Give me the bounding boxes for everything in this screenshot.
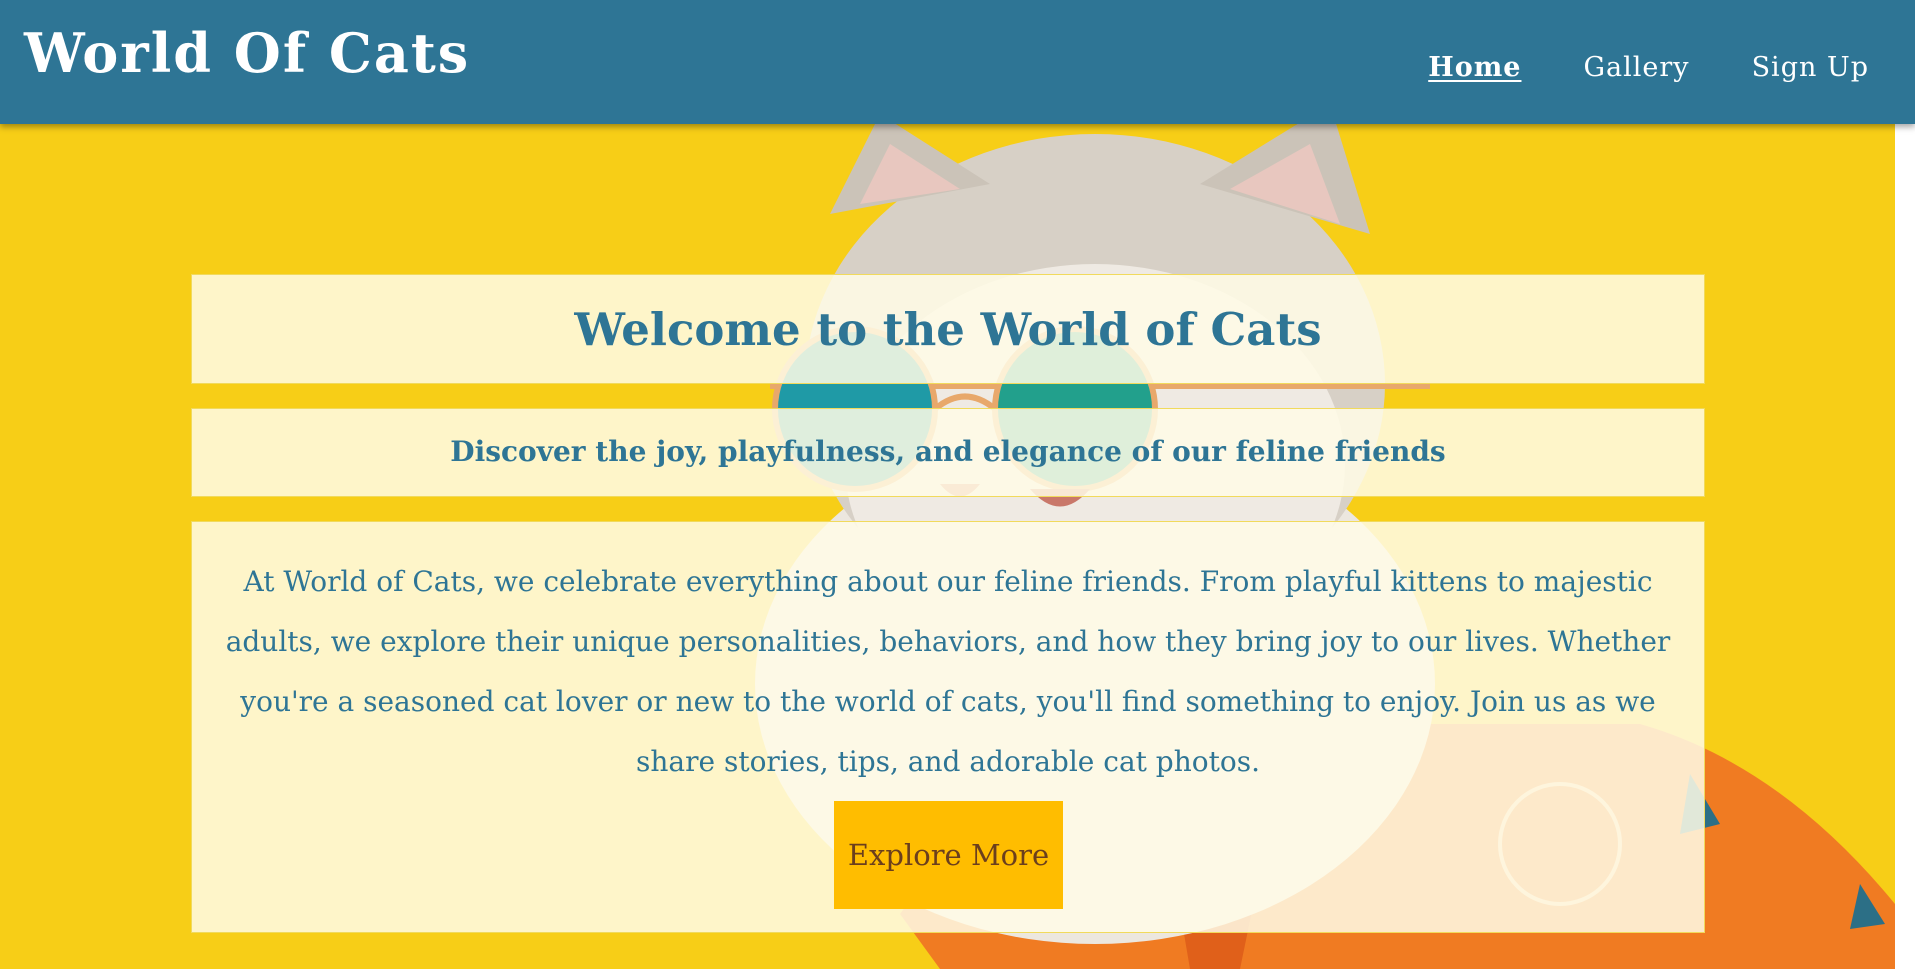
- nav-home-link[interactable]: Home: [1428, 54, 1521, 81]
- site-logo[interactable]: World Of Cats: [24, 26, 470, 80]
- site-header: World Of Cats Home Gallery Sign Up: [0, 0, 1915, 124]
- page-subtitle: Discover the joy, playfulness, and elega…: [450, 435, 1446, 468]
- page-title: Welcome to the World of Cats: [574, 303, 1322, 356]
- subtitle-panel: Discover the joy, playfulness, and elega…: [191, 408, 1705, 497]
- explore-more-button[interactable]: Explore More: [834, 801, 1063, 909]
- nav-signup-link[interactable]: Sign Up: [1752, 54, 1869, 81]
- intro-text: At World of Cats, we celebrate everythin…: [225, 565, 1671, 778]
- nav-gallery-link[interactable]: Gallery: [1583, 54, 1689, 81]
- main-nav: Home Gallery Sign Up: [1428, 54, 1869, 81]
- intro-panel: At World of Cats, we celebrate everythin…: [191, 521, 1705, 933]
- welcome-panel: Welcome to the World of Cats: [191, 274, 1705, 384]
- page: World Of Cats Home Gallery Sign Up Welco…: [0, 0, 1915, 969]
